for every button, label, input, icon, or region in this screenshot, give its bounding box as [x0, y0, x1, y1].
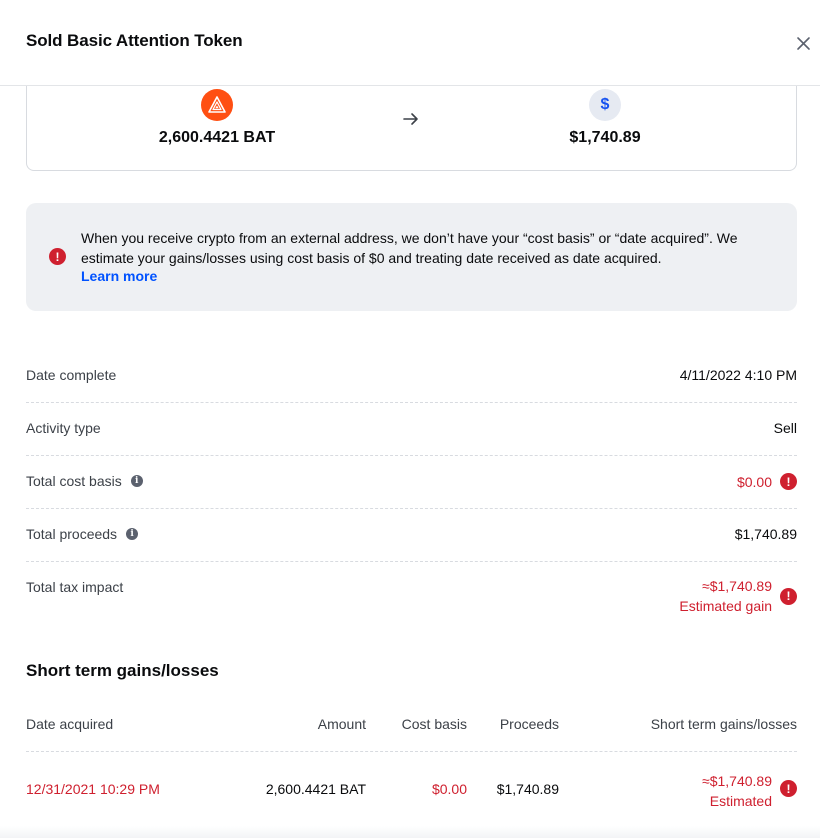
column-header-amount: Amount: [317, 716, 366, 732]
close-icon[interactable]: [795, 35, 812, 52]
cost-basis-notice: ! When you receive crypto from an extern…: [26, 203, 797, 311]
conversion-card: 2,600.4421 BAT $ $1,740.89: [26, 86, 797, 171]
alert-icon: !: [49, 248, 66, 265]
table-header: Date acquired Amount Cost basis Proceeds…: [26, 705, 797, 752]
detail-label-wrap: Total cost basis i: [26, 473, 143, 489]
detail-value-wrap: ≈$1,740.89 Estimated gain !: [679, 576, 797, 616]
detail-label-wrap: Total proceeds i: [26, 526, 139, 542]
detail-label: Activity type: [26, 420, 101, 436]
detail-value: 4/11/2022 4:10 PM: [679, 367, 797, 383]
learn-more-link[interactable]: Learn more: [81, 268, 157, 284]
details-list: Date complete 4/11/2022 4:10 PM Activity…: [26, 350, 797, 632]
detail-label: Total tax impact: [26, 579, 124, 595]
to-amount: $1,740.89: [569, 129, 641, 146]
dollar-icon: $: [589, 89, 621, 121]
alert-icon[interactable]: !: [780, 780, 797, 797]
detail-value-wrap: $0.00 !: [737, 473, 797, 490]
detail-value: $1,740.89: [734, 526, 797, 542]
from-asset: 2,600.4421 BAT: [117, 89, 317, 147]
arrow-right-icon: [403, 113, 418, 125]
detail-subvalue: Estimated gain: [679, 598, 772, 614]
gain-value: ≈$1,740.89: [702, 773, 772, 789]
scroll-fade: [0, 826, 820, 838]
cell-date: 12/31/2021 10:29 PM: [26, 781, 160, 797]
cell-cost-basis: $0.00: [431, 781, 467, 797]
dialog-header: Sold Basic Attention Token: [0, 0, 820, 86]
from-amount: 2,600.4421 BAT: [158, 129, 276, 146]
to-asset: $ $1,740.89: [505, 89, 705, 147]
column-header-gains: Short term gains/losses: [650, 716, 797, 732]
detail-value: $0.00: [736, 473, 772, 490]
bat-token-icon: [201, 89, 233, 121]
table-row: 12/31/2021 10:29 PM 2,600.4421 BAT $0.00…: [26, 752, 797, 822]
detail-label: Date complete: [26, 367, 117, 383]
alert-icon[interactable]: !: [780, 587, 797, 605]
info-icon[interactable]: i: [126, 528, 139, 540]
tax-impact-values: ≈$1,740.89 Estimated gain: [679, 576, 772, 616]
cell-proceeds: $1,740.89: [496, 781, 559, 797]
info-icon[interactable]: i: [130, 475, 143, 487]
column-header-cost-basis: Cost basis: [401, 716, 467, 732]
short-term-table: Date acquired Amount Cost basis Proceeds…: [26, 705, 797, 822]
detail-row-total-cost-basis: Total cost basis i $0.00 !: [26, 456, 797, 509]
notice-text: When you receive crypto from an external…: [81, 230, 738, 266]
cell-gains: ≈$1,740.89 Estimated: [702, 771, 772, 811]
detail-row-date-complete: Date complete 4/11/2022 4:10 PM: [26, 350, 797, 403]
gain-subvalue: Estimated: [709, 793, 772, 809]
dialog-title: Sold Basic Attention Token: [26, 31, 243, 50]
section-title: Short term gains/losses: [26, 661, 219, 680]
detail-label: Total proceeds: [26, 526, 118, 542]
column-header-date: Date acquired: [26, 716, 114, 732]
detail-value: ≈$1,740.89: [702, 578, 772, 594]
detail-row-total-proceeds: Total proceeds i $1,740.89: [26, 509, 797, 562]
detail-row-activity-type: Activity type Sell: [26, 403, 797, 456]
column-header-proceeds: Proceeds: [499, 716, 559, 732]
cell-amount: 2,600.4421 BAT: [265, 781, 366, 797]
detail-row-total-tax-impact: Total tax impact ≈$1,740.89 Estimated ga…: [26, 562, 797, 632]
detail-value: Sell: [773, 420, 797, 436]
alert-icon[interactable]: !: [780, 473, 797, 490]
detail-label: Total cost basis: [26, 473, 122, 489]
